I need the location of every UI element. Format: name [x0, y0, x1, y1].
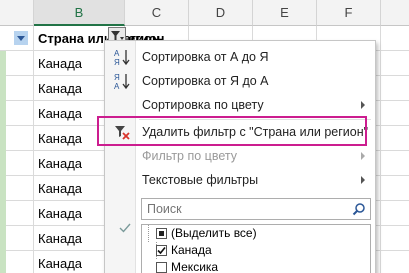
- list-item-select-all[interactable]: (Выделить все): [142, 225, 370, 242]
- menu-item-text-filters[interactable]: Текстовые фильтры: [105, 168, 375, 192]
- value-checkbox-checked[interactable]: [156, 245, 167, 256]
- row-indicator: [0, 101, 6, 126]
- row-indicator: [0, 201, 6, 226]
- corner-header[interactable]: [0, 0, 34, 26]
- select-all-checkbox[interactable]: [156, 228, 167, 239]
- autofilter-menu: А Я Сортировка от А до Я Я А Сортировка …: [104, 40, 376, 273]
- value-checkbox[interactable]: [156, 262, 167, 273]
- row-indicator: [0, 126, 6, 151]
- highlight-frame: [97, 116, 367, 146]
- column-header-c[interactable]: C: [125, 0, 189, 26]
- menu-item-label: Сортировка от Я до А: [142, 74, 269, 88]
- submenu-arrow-icon: [361, 152, 365, 160]
- checkmark-icon: [119, 222, 131, 234]
- submenu-arrow-icon: [361, 101, 365, 109]
- column-header-d[interactable]: D: [189, 0, 253, 26]
- column-header-g[interactable]: [381, 0, 409, 26]
- svg-text:А: А: [114, 82, 120, 90]
- menu-item-sort-desc[interactable]: Я А Сортировка от Я до А: [105, 69, 375, 93]
- list-item-value[interactable]: Канада: [142, 242, 370, 259]
- svg-text:Я: Я: [114, 58, 120, 66]
- menu-item-filter-by-color[interactable]: Фильтр по цвету: [105, 144, 375, 168]
- column-header-e[interactable]: E: [253, 0, 317, 26]
- row-indicator: [0, 251, 6, 273]
- list-item-label: (Выделить все): [171, 226, 257, 240]
- svg-text:А: А: [114, 49, 120, 58]
- menu-item-sort-asc[interactable]: А Я Сортировка от А до Я: [105, 45, 375, 69]
- list-item-label: Канада: [171, 243, 212, 257]
- column-header-b[interactable]: B: [34, 0, 125, 26]
- menu-item-sort-by-color[interactable]: Сортировка по цвету: [105, 93, 375, 117]
- filter-values-list: (Выделить все) Канада Мексика: [141, 224, 371, 273]
- filter-search-box[interactable]: [141, 198, 371, 220]
- column-header-f[interactable]: F: [317, 0, 381, 26]
- row-indicator: [0, 76, 6, 101]
- svg-text:Я: Я: [114, 73, 120, 82]
- row-indicator: [0, 151, 6, 176]
- row-indicator: [0, 226, 6, 251]
- submenu-arrow-icon: [361, 176, 365, 184]
- sort-asc-icon: А Я: [113, 48, 131, 67]
- sort-desc-icon: Я А: [113, 72, 131, 91]
- row-indicator: [0, 51, 6, 76]
- filter-search-input[interactable]: [142, 199, 342, 219]
- menu-item-label: Текстовые фильтры: [142, 173, 259, 187]
- search-icon[interactable]: [352, 202, 366, 216]
- menu-item-label: Фильтр по цвету: [142, 149, 237, 163]
- list-item-value[interactable]: Мексика: [142, 259, 370, 273]
- list-item-label: Мексика: [171, 260, 219, 273]
- column-a-filter-button[interactable]: [14, 31, 28, 45]
- menu-item-label: Сортировка по цвету: [142, 98, 264, 112]
- row-indicator: [0, 176, 6, 201]
- menu-item-label: Сортировка от А до Я: [142, 50, 269, 64]
